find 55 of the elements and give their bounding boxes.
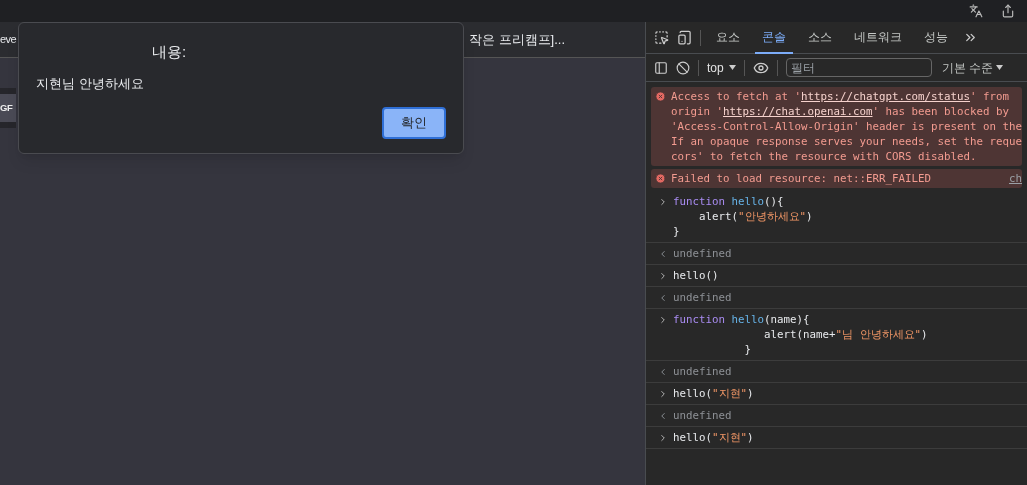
input-prompt-icon xyxy=(658,271,668,281)
bookmark-item[interactable]: eve xyxy=(0,31,17,48)
devtools-tab[interactable]: 네트워크 xyxy=(847,22,909,54)
code-line: undefined xyxy=(673,246,732,261)
input-prompt-icon xyxy=(658,433,668,443)
code-line: origin 'https://chat.openai.com' has been blocked by xyxy=(671,104,1010,119)
input-prompt-icon xyxy=(658,197,668,207)
error-icon xyxy=(655,91,666,102)
context-dropdown[interactable]: top xyxy=(707,58,736,77)
inspect-icon[interactable] xyxy=(654,30,669,45)
level-dropdown[interactable]: 기본 수준 xyxy=(941,58,1004,77)
clear-icon[interactable] xyxy=(676,60,690,75)
code-line: Access to fetch at 'https://chatgpt.com/status' from xyxy=(671,89,1010,104)
output-prompt-icon xyxy=(658,411,668,421)
output-prompt-icon xyxy=(658,249,668,259)
dialog-title: 내용: xyxy=(151,42,188,62)
ok-button[interactable]: 확인 xyxy=(382,107,446,139)
code-line: undefined xyxy=(673,364,732,379)
page-button[interactable]: GF xyxy=(0,88,16,128)
source-link[interactable]: ch xyxy=(1009,171,1022,188)
code-line: undefined xyxy=(673,290,732,305)
code-line: alert(name+"님 안녕하세요") xyxy=(763,327,928,342)
sidebar-icon[interactable] xyxy=(654,60,668,75)
bookmark-item[interactable]: 작은 프리캠프]... xyxy=(469,29,645,50)
code-line: } xyxy=(673,224,680,239)
code-line: alert("안녕하세요") xyxy=(698,209,813,224)
devtools-tab[interactable]: 콘솔 xyxy=(755,22,793,54)
output-prompt-icon xyxy=(658,293,668,303)
url-link[interactable]: https://chat.openai.com xyxy=(723,105,873,118)
code-line: hello() xyxy=(673,268,719,283)
code-line: 'Access-Control-Allow-Origin' header is present on the xyxy=(671,119,1022,134)
devtools-tab[interactable]: 성능 xyxy=(917,22,955,54)
input-prompt-icon xyxy=(658,389,668,399)
device-icon[interactable] xyxy=(677,30,692,45)
code-line: Failed to load resource: net::ERR_FAILED xyxy=(671,171,931,186)
code-line: } xyxy=(743,342,751,357)
code-line: hello("지현") xyxy=(673,430,754,445)
dropdown-caret-icon xyxy=(728,65,736,70)
devtools-tab[interactable]: 소스 xyxy=(801,22,839,54)
code-line: If an opaque response serves your needs, set the reque xyxy=(671,134,1022,149)
dropdown-caret-icon xyxy=(996,65,1004,70)
dialog-message: 지현님 안녕하세요 xyxy=(36,74,145,93)
share-icon[interactable] xyxy=(1001,4,1015,18)
code-line: cors' to fetch the resource with CORS disabled. xyxy=(671,149,977,164)
code-line: undefined xyxy=(673,408,732,423)
input-prompt-icon xyxy=(658,315,668,325)
url-link[interactable]: https://chatgpt.com/status xyxy=(801,90,971,103)
error-icon xyxy=(655,173,666,184)
output-prompt-icon xyxy=(658,367,668,377)
translate-icon[interactable] xyxy=(969,4,983,18)
devtools-tab[interactable]: 요소 xyxy=(709,22,747,54)
code-line: function hello(name){ xyxy=(673,312,810,327)
code-line: hello("지현") xyxy=(673,386,754,401)
filter-field[interactable]: 필터 xyxy=(785,58,932,77)
code-line: function hello(){ xyxy=(673,194,784,209)
